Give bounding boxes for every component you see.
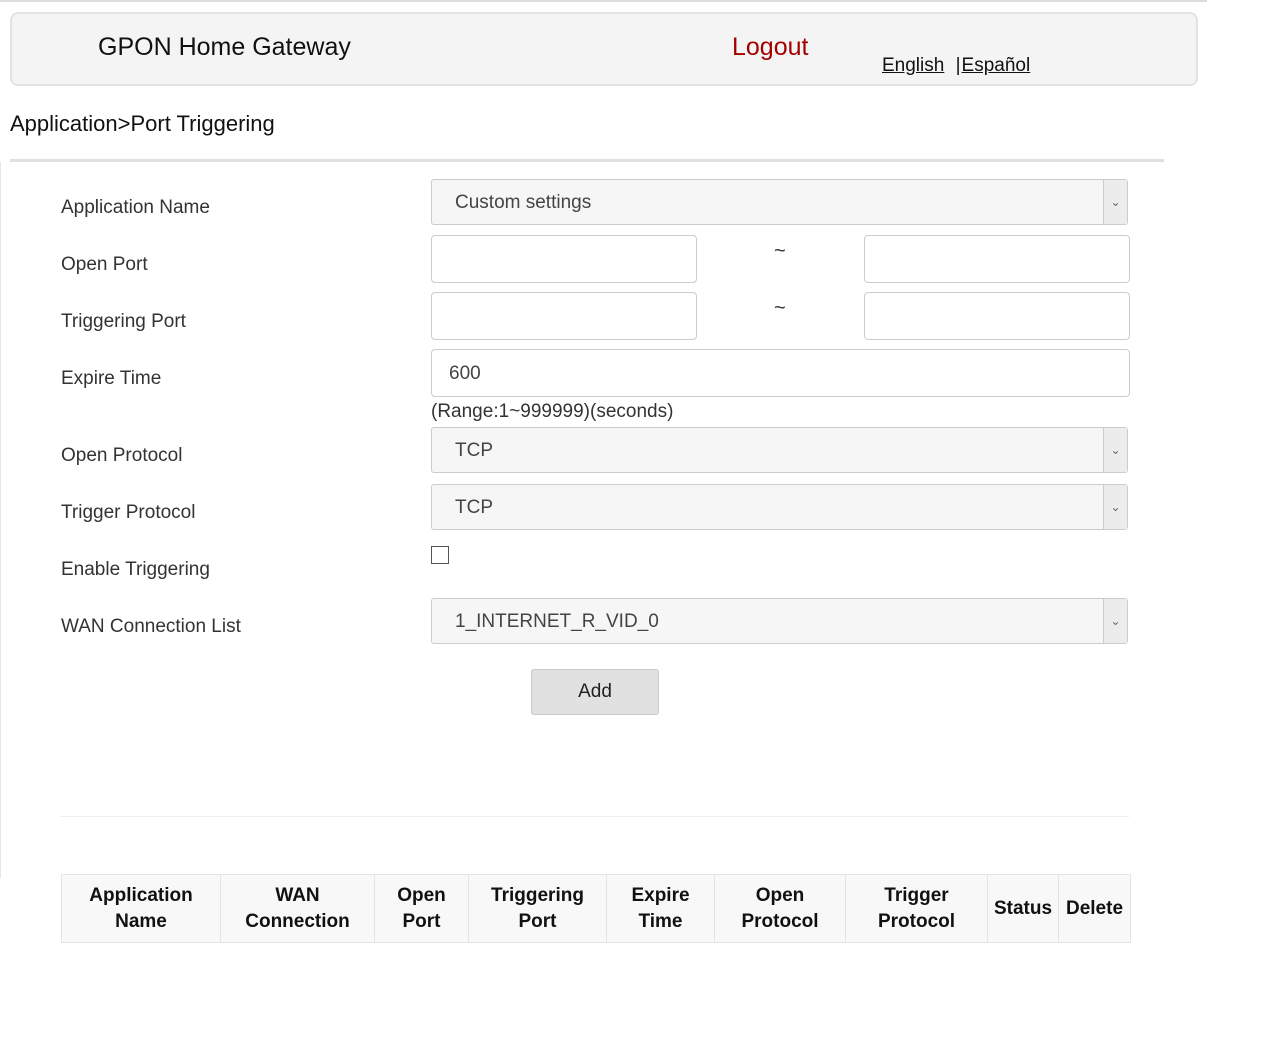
trigger-protocol-label: Trigger Protocol (61, 502, 196, 523)
col-header-trigger-protocol: Trigger Protocol (845, 874, 988, 943)
wan-connection-select[interactable]: 1_INTERNET_R_VID_0 ⌄ (431, 598, 1128, 644)
lang-separator: | (955, 55, 961, 76)
col-header-open-protocol: Open Protocol (714, 874, 846, 943)
chevron-down-icon: ⌄ (1103, 428, 1127, 472)
expire-time-range-hint: (Range:1~999999)(seconds) (431, 401, 674, 422)
open-port-start-input[interactable] (431, 235, 1124, 505)
open-port-label: Open Port (61, 254, 148, 275)
application-name-select[interactable]: Custom settings ⌄ (431, 179, 1128, 225)
top-border (0, 0, 1207, 2)
section-divider (61, 816, 1129, 817)
port-trigger-table: Application Name WAN Connection Open Port T… (61, 874, 1131, 943)
open-protocol-value: TCP (455, 440, 493, 461)
table-header-row: Application Name WAN Connection Open Port T… (61, 874, 1131, 943)
triggering-port-start-input[interactable] (431, 292, 697, 340)
triggering-port-label: Triggering Port (61, 311, 186, 332)
lang-english-link[interactable]: English (882, 55, 944, 76)
breadcrumb: Application>Port Triggering (10, 111, 275, 136)
col-header-wan-connection: WAN Connection (220, 874, 375, 943)
chevron-down-icon: ⌄ (1103, 485, 1127, 529)
enable-triggering-label: Enable Triggering (61, 559, 210, 580)
language-switcher: English |Español (882, 55, 1030, 77)
open-port-range-separator: ~ (774, 240, 786, 262)
wan-connection-label: WAN Connection List (61, 616, 241, 637)
chevron-down-icon: ⌄ (1103, 180, 1127, 224)
col-header-open-port: Open Port (374, 874, 469, 943)
divider (10, 159, 1164, 162)
add-button[interactable]: Add (531, 669, 659, 715)
open-protocol-label: Open Protocol (61, 445, 183, 466)
lang-espanol-link[interactable]: Español (962, 55, 1031, 76)
triggering-port-range-separator: ~ (774, 297, 786, 319)
logout-link[interactable]: Logout (732, 33, 808, 62)
trigger-protocol-select[interactable]: TCP ⌄ (431, 484, 1128, 530)
enable-triggering-checkbox[interactable] (431, 546, 449, 564)
left-border (0, 162, 1, 878)
application-name-value: Custom settings (455, 192, 592, 213)
expire-time-value: 600 (449, 363, 481, 384)
app-title: GPON Home Gateway (98, 33, 351, 61)
chevron-down-icon: ⌄ (1103, 599, 1127, 643)
col-header-triggering-port: Triggering Port (468, 874, 607, 943)
application-name-label: Application Name (61, 197, 210, 218)
open-protocol-select[interactable]: TCP ⌄ (431, 427, 1128, 473)
open-port-end-input[interactable] (864, 235, 1130, 283)
wan-connection-value: 1_INTERNET_R_VID_0 (455, 611, 659, 632)
header-bar: GPON Home Gateway Logout English |Españo… (10, 12, 1198, 86)
triggering-port-end-input[interactable] (864, 292, 1130, 340)
col-header-application-name: Application Name (61, 874, 221, 943)
col-header-expire-time: Expire Time (606, 874, 715, 943)
col-header-status: Status (987, 874, 1059, 943)
trigger-protocol-value: TCP (455, 497, 493, 518)
expire-time-input[interactable]: 600 (431, 349, 1130, 397)
col-header-delete: Delete (1058, 874, 1131, 943)
expire-time-label: Expire Time (61, 368, 162, 389)
